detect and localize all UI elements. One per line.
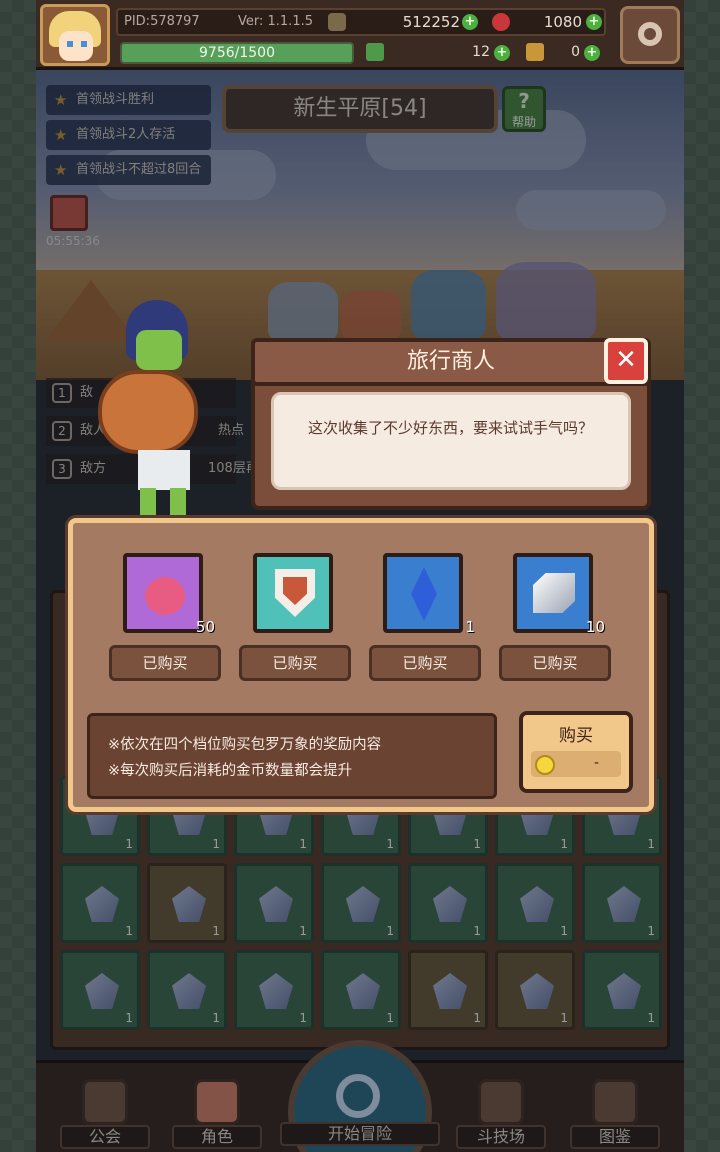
gear-icon [638, 22, 662, 46]
info-bar: PID:578797 Ver: 1.1.1.5 512252 + 1080 + [116, 8, 606, 36]
shop-info: ※依次在四个档位购买包罗万象的奖励内容 ※每次购买后消耗的金币数量都会提升 [87, 713, 497, 799]
add-gem-button[interactable]: + [586, 14, 602, 30]
dialog-title: 旅行商人 [251, 338, 651, 386]
close-icon: ✕ [615, 345, 637, 375]
exp-row: 9756/1500 12 + 0 + [116, 40, 606, 66]
clover-icon [366, 43, 384, 61]
coin-icon [535, 755, 555, 775]
game-screen: ★ 首领战斗胜利 ★ 首领战斗2人存活 ★ 首领战斗不超过8回合 新生平原[54… [36, 0, 684, 1152]
purchased-button[interactable]: 已购买 [109, 645, 221, 681]
purchased-button[interactable]: 已购买 [239, 645, 351, 681]
gem-count: 1080 [543, 13, 582, 31]
info-line: ※每次购买后消耗的金币数量都会提升 [108, 763, 353, 779]
avatar[interactable] [40, 4, 110, 66]
add-key-button[interactable]: + [584, 45, 600, 61]
key-icon [526, 43, 544, 61]
key-count: 0 [571, 44, 580, 60]
settings-button[interactable] [620, 6, 680, 64]
add-clover-button[interactable]: + [494, 45, 510, 61]
add-gold-button[interactable]: + [462, 14, 478, 30]
buy-label: 购买 [559, 726, 593, 746]
item-count: 10 [585, 618, 605, 636]
speech-panel: 这次收集了不少好东西，要来试试手气吗？ [251, 382, 651, 510]
item-count: 1 [465, 618, 475, 636]
version-label: Ver: 1.1.1.5 [238, 14, 313, 29]
purchased-button[interactable]: 已购买 [499, 645, 611, 681]
purchased-button[interactable]: 已购买 [369, 645, 481, 681]
shop-panel: 50 已购买 已购买 1 已购买 10 已购买 ※依次在四个档位购买包罗万象的奖… [68, 518, 654, 812]
exp-text: 9756/1500 [199, 45, 275, 61]
ruby-icon [492, 13, 510, 31]
speech-text: 这次收集了不少好东西，要来试试手气吗？ [271, 392, 631, 490]
merchant-character [88, 300, 228, 520]
close-button[interactable]: ✕ [604, 338, 648, 384]
buy-button[interactable]: 购买 - [519, 711, 633, 793]
exp-bar: 9756/1500 [120, 42, 354, 64]
item-count: 50 [195, 618, 215, 636]
clover-count: 12 [472, 44, 490, 60]
player-id: PID:578797 [124, 14, 200, 29]
coin-icon [328, 13, 346, 31]
shield-icon [253, 553, 333, 633]
info-line: ※依次在四个档位购买包罗万象的奖励内容 [108, 737, 382, 753]
top-bar: PID:578797 Ver: 1.1.1.5 512252 + 1080 + … [36, 0, 684, 70]
gold-count: 512252 [402, 13, 460, 31]
